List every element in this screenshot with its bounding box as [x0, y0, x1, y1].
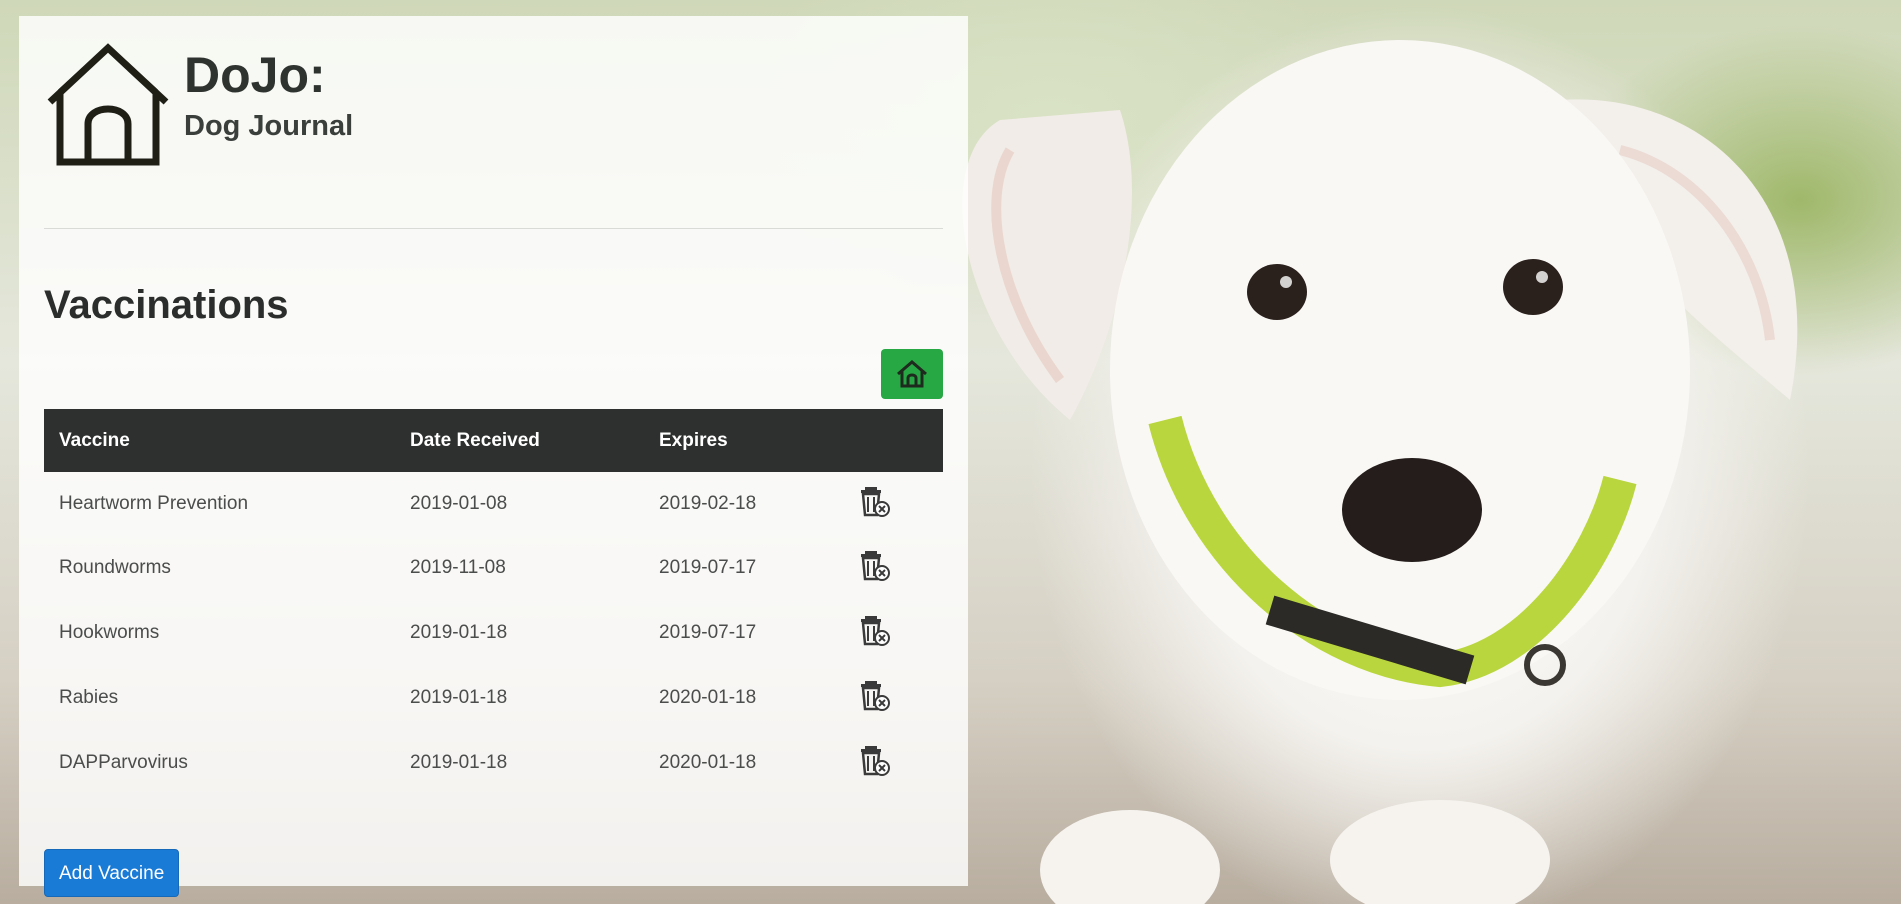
row-actions — [844, 730, 943, 795]
expiry-date: 2020-01-18 — [659, 686, 757, 708]
delete-trash-icon[interactable] — [859, 678, 891, 712]
vaccine-name: Hookworms — [59, 621, 160, 643]
table-toolbar — [44, 349, 943, 399]
expiry-date: 2019-07-17 — [659, 556, 757, 578]
vaccine-name: DAPParvovirus — [59, 751, 188, 773]
header-divider — [44, 228, 943, 229]
column-header-vaccine: Vaccine — [59, 429, 130, 451]
date-received: 2019-01-18 — [410, 686, 508, 708]
expiry-date: 2019-07-17 — [659, 621, 757, 643]
page-title: Vaccinations — [44, 283, 289, 327]
vaccinations-table: Vaccine Date Received Expires Heartworm … — [44, 409, 943, 795]
vaccine-name: Heartworm Prevention — [59, 492, 249, 514]
date-received: 2019-01-18 — [410, 751, 508, 773]
row-actions — [844, 665, 943, 730]
expiry-date: 2019-02-18 — [659, 492, 757, 514]
delete-trash-icon[interactable] — [859, 484, 891, 518]
table-row: Roundworms 2019-11-08 2019-07-17 — [44, 535, 943, 600]
table-row: Heartworm Prevention 2019-01-08 2019-02-… — [44, 472, 943, 535]
delete-trash-icon[interactable] — [859, 548, 891, 582]
row-actions — [844, 600, 943, 665]
add-vaccine-button[interactable]: Add Vaccine — [44, 849, 180, 897]
column-header-expires: Expires — [659, 429, 728, 451]
vaccine-name: Rabies — [59, 686, 119, 708]
doghouse-icon — [47, 43, 169, 166]
expiry-date: 2020-01-18 — [659, 751, 757, 773]
date-received: 2019-01-18 — [410, 621, 508, 643]
row-actions — [844, 535, 943, 600]
brand-header: DoJo: Dog Journal — [44, 40, 943, 190]
app-subtitle: Dog Journal — [184, 110, 354, 142]
column-header-actions — [844, 409, 943, 472]
delete-trash-icon[interactable] — [859, 613, 891, 647]
table-row: DAPParvovirus 2019-01-18 2020-01-18 — [44, 730, 943, 795]
date-received: 2019-01-08 — [410, 492, 508, 514]
table-row: Rabies 2019-01-18 2020-01-18 — [44, 665, 943, 730]
home-button[interactable] — [881, 349, 943, 399]
date-received: 2019-11-08 — [410, 556, 506, 578]
app-title: DoJo: — [184, 47, 326, 103]
row-actions — [844, 472, 943, 535]
table-row: Hookworms 2019-01-18 2019-07-17 — [44, 600, 943, 665]
main-panel: DoJo: Dog Journal Vaccinations Vaccine D… — [19, 16, 968, 897]
table-header-row: Vaccine Date Received Expires — [44, 409, 943, 472]
home-icon — [897, 360, 927, 388]
column-header-date-received: Date Received — [410, 429, 540, 451]
vaccine-name: Roundworms — [59, 556, 171, 578]
delete-trash-icon[interactable] — [859, 743, 891, 777]
